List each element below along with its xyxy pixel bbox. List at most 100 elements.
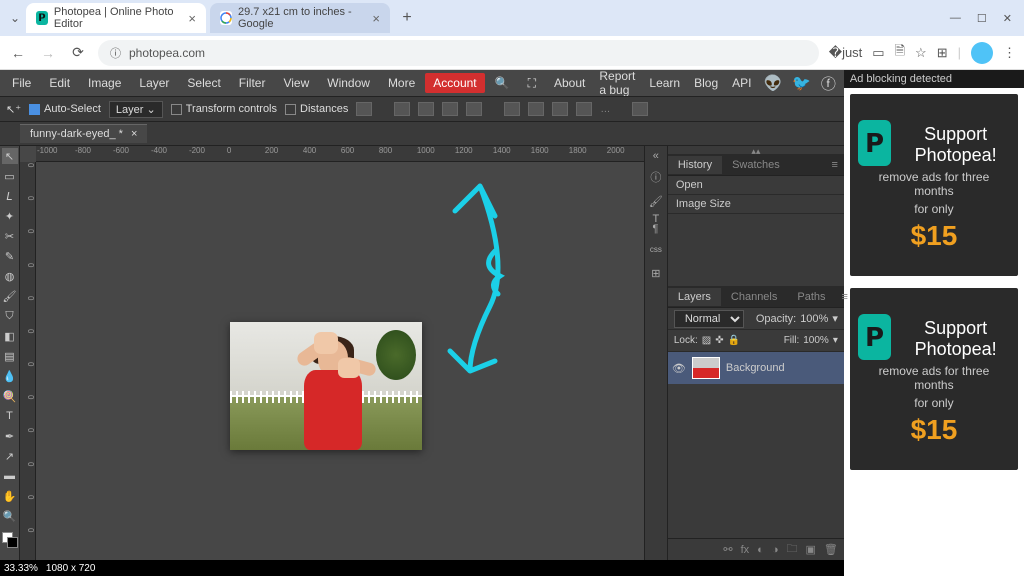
glyph-panel-icon[interactable]: ⊞ xyxy=(647,264,665,282)
profile-avatar[interactable] xyxy=(971,42,993,64)
browser-tab-inactive[interactable]: 29.7 x21 cm to inches - Google × xyxy=(210,3,390,33)
menu-account[interactable]: Account xyxy=(425,73,484,93)
reload-icon[interactable]: ⟳ xyxy=(68,44,88,61)
distribute-icon-2[interactable] xyxy=(528,102,544,116)
menu-icon[interactable]: ⋮ xyxy=(1003,45,1016,61)
history-item[interactable]: Open xyxy=(668,176,844,195)
close-window-icon[interactable]: ✕ xyxy=(1003,12,1012,25)
bg-color[interactable] xyxy=(7,537,18,548)
support-ad[interactable]: 𝗣 Support Photopea! remove ads for three… xyxy=(850,288,1018,470)
panel-collapse-icon[interactable]: ▴▴ xyxy=(668,146,844,154)
layer-thumbnail[interactable] xyxy=(692,357,720,379)
fill-value[interactable]: 100% xyxy=(803,335,829,346)
channels-tab[interactable]: Channels xyxy=(721,288,787,306)
reader-icon[interactable]: 🗎 xyxy=(895,42,905,64)
url-input[interactable]: ⓘ photopea.com xyxy=(98,40,819,66)
reddit-icon[interactable]: 👽 xyxy=(759,74,786,92)
heal-tool[interactable]: ◍ xyxy=(2,268,18,284)
close-icon[interactable]: × xyxy=(372,11,380,26)
mask-icon[interactable]: ◐ xyxy=(757,544,764,556)
menu-select[interactable]: Select xyxy=(179,73,228,93)
align-icon-5[interactable] xyxy=(466,102,482,116)
path-tool[interactable]: ↗ xyxy=(2,448,18,464)
layers-tab[interactable]: Layers xyxy=(668,288,721,306)
autoselect-target[interactable]: Layer ⌄ xyxy=(109,101,163,118)
menu-view[interactable]: View xyxy=(275,73,317,93)
site-info-icon[interactable]: ⓘ xyxy=(110,45,121,61)
search-icon[interactable]: 🔍 xyxy=(487,73,518,93)
panel-menu-icon[interactable]: ≡ xyxy=(836,291,854,303)
twitter-icon[interactable]: 🐦 xyxy=(788,74,815,92)
align-icon-2[interactable] xyxy=(394,102,410,116)
link-layers-icon[interactable]: ⚯ xyxy=(723,543,732,556)
hand-tool[interactable]: ✋ xyxy=(2,488,18,504)
delete-layer-icon[interactable]: 🗑 xyxy=(824,543,838,556)
char-panel-icon[interactable]: 🖌 xyxy=(647,192,665,210)
align-icon-1[interactable] xyxy=(356,102,372,116)
menu-filter[interactable]: Filter xyxy=(231,73,274,93)
shape-tool[interactable]: ▬ xyxy=(2,468,18,484)
browser-tab-active[interactable]: 𝗣 Photopea | Online Photo Editor × xyxy=(26,3,206,33)
close-icon[interactable]: × xyxy=(188,11,196,26)
history-item[interactable]: Image Size xyxy=(668,195,844,214)
distribute-icon-3[interactable] xyxy=(552,102,568,116)
move-tool[interactable]: ↖ xyxy=(2,148,18,164)
brush-tool[interactable]: 🖌 xyxy=(2,288,18,304)
blur-tool[interactable]: 💧 xyxy=(2,368,18,384)
menu-window[interactable]: Window xyxy=(319,73,378,93)
facebook-icon[interactable]: ⓕ xyxy=(817,73,840,94)
menu-more[interactable]: More xyxy=(380,73,423,93)
layer-row[interactable]: 👁 Background xyxy=(668,352,844,384)
extensions-icon[interactable]: ⊞ xyxy=(937,45,948,61)
type-panel-icon[interactable]: T¶ xyxy=(647,216,665,234)
distribute-icon-4[interactable] xyxy=(576,102,592,116)
grid-icon[interactable] xyxy=(632,102,648,116)
dodge-tool[interactable]: 🍭 xyxy=(2,388,18,404)
lasso-tool[interactable]: 𝘓 xyxy=(2,188,18,204)
support-ad[interactable]: 𝗣 Support Photopea! remove ads for three… xyxy=(850,94,1018,276)
distribute-icon-1[interactable] xyxy=(504,102,520,116)
bookmark-icon[interactable]: ☆ xyxy=(915,45,927,61)
lock-all-icon[interactable]: 🔒 xyxy=(728,335,740,346)
css-panel-icon[interactable]: css xyxy=(647,240,665,258)
menu-layer[interactable]: Layer xyxy=(131,73,177,93)
link-about[interactable]: About xyxy=(548,73,591,93)
maximize-icon[interactable]: ☐ xyxy=(977,12,987,25)
new-tab-button[interactable]: + xyxy=(394,5,420,31)
link-api[interactable]: API xyxy=(726,73,757,93)
history-tab[interactable]: History xyxy=(668,156,722,174)
tab-dropdown-icon[interactable]: ⌄ xyxy=(4,11,26,25)
document-canvas[interactable] xyxy=(230,322,422,450)
link-report[interactable]: Report a bug xyxy=(593,66,641,100)
stamp-tool[interactable]: ⛉ xyxy=(2,308,18,324)
link-learn[interactable]: Learn xyxy=(643,73,686,93)
align-icon-4[interactable] xyxy=(442,102,458,116)
crop-tool[interactable]: ✂ xyxy=(2,228,18,244)
new-layer-icon[interactable]: ▣ xyxy=(805,543,815,556)
marquee-tool[interactable]: ▭ xyxy=(2,168,18,184)
align-icon-3[interactable] xyxy=(418,102,434,116)
opacity-value[interactable]: 100% xyxy=(800,313,828,325)
link-blog[interactable]: Blog xyxy=(688,73,724,93)
visibility-icon[interactable]: 👁 xyxy=(672,362,686,375)
gradient-tool[interactable]: ▤ xyxy=(2,348,18,364)
info-panel-icon[interactable]: ⓘ xyxy=(647,168,665,186)
menu-image[interactable]: Image xyxy=(80,73,129,93)
distances-checkbox[interactable] xyxy=(285,104,296,115)
panel-menu-icon[interactable]: ≡ xyxy=(825,159,843,171)
blend-mode-select[interactable]: Normal xyxy=(674,310,744,328)
swatches-tab[interactable]: Swatches xyxy=(722,156,790,174)
cast-icon[interactable]: ▭ xyxy=(872,45,884,61)
minimize-icon[interactable]: — xyxy=(950,12,961,25)
canvas-area[interactable]: -1000-800-600-400-2000200400600800100012… xyxy=(20,146,644,560)
adjustment-icon[interactable]: ◑ xyxy=(772,544,779,556)
wand-tool[interactable]: ✦ xyxy=(2,208,18,224)
paths-tab[interactable]: Paths xyxy=(787,288,835,306)
close-icon[interactable]: × xyxy=(131,128,137,140)
back-icon[interactable]: ← xyxy=(8,45,28,61)
lock-position-icon[interactable]: ✜ xyxy=(715,335,723,346)
autoselect-checkbox[interactable] xyxy=(29,104,40,115)
chevron-down-icon[interactable]: ▾ xyxy=(832,312,838,325)
lock-pixels-icon[interactable]: ▨ xyxy=(702,335,711,346)
menu-edit[interactable]: Edit xyxy=(41,73,78,93)
